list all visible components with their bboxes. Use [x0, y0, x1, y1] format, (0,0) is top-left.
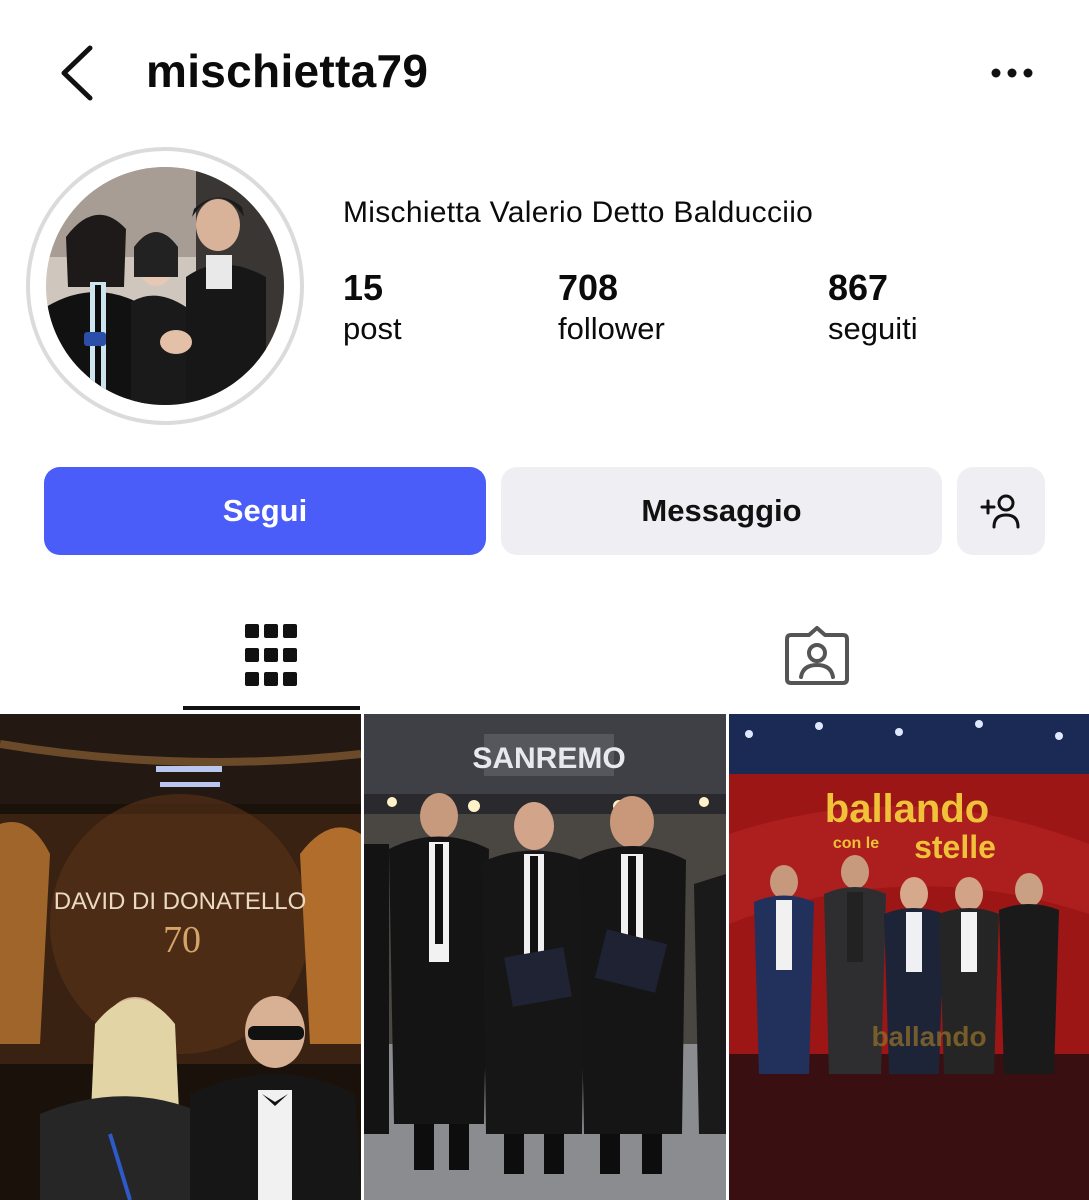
- post-overlay-title: ballando: [825, 787, 989, 831]
- post-overlay-sub2: stelle: [914, 829, 996, 865]
- followers-stat[interactable]: 708 follower: [558, 266, 665, 348]
- profile-tabs: [0, 598, 1089, 712]
- posts-grid: DAVID DI DONATELLO 70 SANREMO ballando c…: [0, 714, 1089, 1200]
- post-thumbnail[interactable]: DAVID DI DONATELLO 70: [0, 714, 361, 1200]
- message-button[interactable]: Messaggio: [501, 467, 942, 555]
- post-overlay-number: 70: [163, 919, 201, 961]
- post-thumbnail[interactable]: ballando con le stelle ballando: [729, 714, 1089, 1200]
- grid-icon: [245, 624, 297, 686]
- post-image-david-di-donatello: DAVID DI DONATELLO 70: [0, 714, 361, 1200]
- followers-label: follower: [558, 311, 665, 346]
- tab-posts-grid[interactable]: [90, 598, 452, 712]
- chevron-left-icon: [61, 45, 93, 101]
- post-overlay-title: DAVID DI DONATELLO: [54, 888, 307, 915]
- profile-header: mischietta79: [0, 0, 1089, 145]
- svg-text:ballando: ballando: [871, 1021, 986, 1052]
- add-person-icon: [980, 494, 1020, 529]
- tab-tagged[interactable]: [636, 598, 998, 712]
- post-thumbnail[interactable]: SANREMO: [364, 714, 726, 1200]
- back-button[interactable]: [52, 40, 108, 106]
- profile-username: mischietta79: [146, 45, 429, 97]
- following-stat[interactable]: 867 seguiti: [828, 266, 918, 348]
- profile-full-name: Mischietta Valerio Detto Balducciio: [343, 196, 814, 229]
- follow-button[interactable]: Segui: [44, 467, 486, 555]
- post-image-sanremo: SANREMO: [364, 714, 726, 1200]
- post-overlay-sub1: con le: [833, 835, 879, 852]
- post-image-ballando-con-le-stelle: ballando con le stelle ballando: [729, 714, 1089, 1200]
- following-count: 867: [828, 267, 889, 308]
- avatar[interactable]: [46, 167, 284, 405]
- posts-label: post: [343, 311, 402, 346]
- profile-photo: [46, 167, 284, 405]
- posts-count: 15: [343, 267, 384, 308]
- more-options-button[interactable]: [984, 56, 1040, 90]
- more-horizontal-icon: [991, 68, 1033, 78]
- tagged-person-icon: [785, 626, 849, 685]
- suggest-users-button[interactable]: [957, 467, 1045, 555]
- followers-count: 708: [558, 267, 619, 308]
- active-tab-indicator: [183, 706, 360, 710]
- posts-stat[interactable]: 15 post: [343, 266, 402, 348]
- post-overlay-title: SANREMO: [472, 742, 625, 775]
- avatar-ring[interactable]: [26, 147, 304, 425]
- following-label: seguiti: [828, 311, 918, 346]
